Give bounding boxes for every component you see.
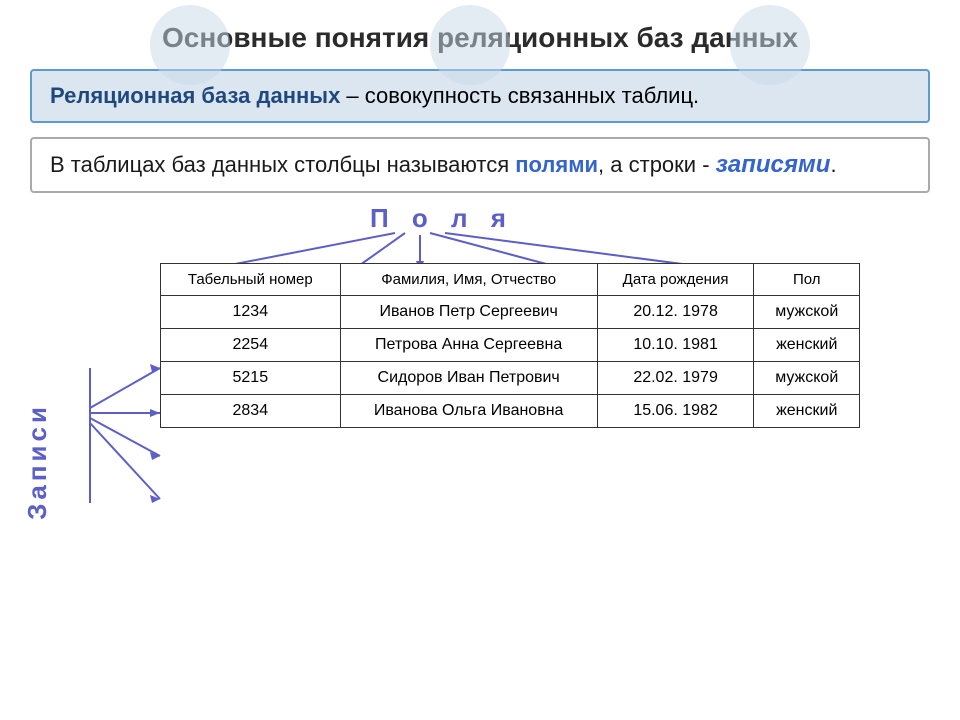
table-cell-1-0: 2254 (161, 329, 341, 362)
col-header-dob: Дата рождения (597, 264, 754, 296)
second-suffix: . (830, 152, 836, 177)
table-cell-0-0: 1234 (161, 296, 341, 329)
zapisi-label: Записи (22, 403, 53, 520)
table-row: 1234Иванов Петр Сергеевич20.12. 1978мужс… (161, 296, 860, 329)
decor-circle-3 (730, 5, 810, 85)
database-table: Табельный номер Фамилия, Имя, Отчество Д… (160, 263, 860, 428)
polya-label: П о л я (370, 203, 514, 234)
second-paragraph-box: В таблицах баз данных столбцы называются… (30, 137, 930, 193)
col-header-tabelny: Табельный номер (161, 264, 341, 296)
word-zapisyami: записями (716, 151, 831, 178)
table-cell-2-3: мужской (754, 362, 860, 395)
second-middle: , а строки - (598, 152, 716, 177)
table-cell-3-2: 15.06. 1982 (597, 395, 754, 428)
table-cell-1-2: 10.10. 1981 (597, 329, 754, 362)
col-header-fio: Фамилия, Имя, Отчество (340, 264, 597, 296)
page: Основные понятия реляционных баз данных … (0, 0, 960, 720)
second-prefix: В таблицах баз данных столбцы называются (50, 152, 515, 177)
table-cell-2-1: Сидоров Иван Петрович (340, 362, 597, 395)
word-polya: полями (515, 152, 598, 177)
definition-rest: – совокупность связанных таблиц. (340, 83, 699, 108)
diagram-area: П о л я Записи (30, 203, 930, 573)
table-cell-1-3: женский (754, 329, 860, 362)
definition-term: Реляционная база данных (50, 83, 340, 108)
table-header-row: Табельный номер Фамилия, Имя, Отчество Д… (161, 264, 860, 296)
table-cell-0-2: 20.12. 1978 (597, 296, 754, 329)
table-cell-2-0: 5215 (161, 362, 341, 395)
table-cell-3-0: 2834 (161, 395, 341, 428)
table-cell-3-3: женский (754, 395, 860, 428)
table-row: 2834Иванова Ольга Ивановна15.06. 1982жен… (161, 395, 860, 428)
table-row: 5215Сидоров Иван Петрович22.02. 1979мужс… (161, 362, 860, 395)
table-cell-2-2: 22.02. 1979 (597, 362, 754, 395)
table-cell-3-1: Иванова Ольга Ивановна (340, 395, 597, 428)
table-cell-1-1: Петрова Анна Сергеевна (340, 329, 597, 362)
table-row: 2254Петрова Анна Сергеевна10.10. 1981жен… (161, 329, 860, 362)
col-header-pol: Пол (754, 264, 860, 296)
table-cell-0-3: мужской (754, 296, 860, 329)
table-cell-0-1: Иванов Петр Сергеевич (340, 296, 597, 329)
decor-circle-2 (430, 5, 510, 85)
decor-circle-1 (150, 5, 230, 85)
